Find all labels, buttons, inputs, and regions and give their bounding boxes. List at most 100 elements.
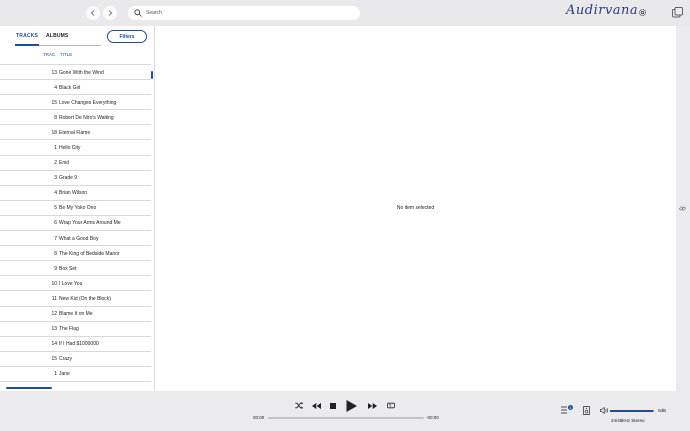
track-number: 15 <box>51 356 57 363</box>
track-title: Jane <box>59 371 70 378</box>
table-row[interactable]: 18 Eternal Flame <box>0 125 151 141</box>
panel-icon[interactable] <box>672 7 683 18</box>
track-number: 13 <box>51 326 57 333</box>
remaining-time: -00:00 <box>426 415 439 420</box>
detail-panel: No item selected <box>155 26 676 391</box>
search-input[interactable] <box>146 10 346 16</box>
track-title: If I Had $1000000 <box>59 341 99 348</box>
filters-button[interactable]: Filters <box>107 30 147 43</box>
queue-count-badge: 1 <box>568 405 573 410</box>
track-number: 5 <box>54 205 57 212</box>
vertical-scrollbar[interactable] <box>151 71 153 79</box>
track-title: Love Changes Everything <box>59 99 117 106</box>
empty-state-message: No item selected <box>396 205 435 211</box>
track-number: 7 <box>54 235 57 242</box>
table-row[interactable]: 2 Enid <box>0 156 151 171</box>
track-number: 8 <box>54 114 57 121</box>
track-title: Robert De Niro's Waiting <box>59 114 114 121</box>
table-row[interactable]: 4 Brian Wilson <box>0 186 151 201</box>
link-icon[interactable] <box>679 205 686 212</box>
track-title: New Kid (On the Block) <box>59 295 111 302</box>
track-title: Be My Yoko Ono <box>59 205 97 212</box>
table-row[interactable]: 12 Blame It on Me <box>0 307 151 322</box>
table-row[interactable]: 15 Love Changes Everything <box>0 95 151 111</box>
progress-slider[interactable] <box>268 417 424 419</box>
volume-db-readout: 0dB <box>658 408 667 413</box>
table-row[interactable]: 6 Wrap Your Arms Around Me <box>0 216 151 232</box>
search-box[interactable] <box>128 6 360 20</box>
play-icon[interactable] <box>346 400 357 412</box>
volume-icon[interactable] <box>600 407 609 414</box>
track-number: 1 <box>54 371 57 378</box>
track-title: I Love You <box>59 280 83 287</box>
top-bar: Audirvana <box>0 0 690 26</box>
search-icon <box>134 9 142 17</box>
track-title: Gone With the Wind <box>59 69 104 76</box>
player-bar: 00:00 -00:00 1 0dB 24/48kHz Stereo <box>0 391 690 431</box>
table-row[interactable]: 14 If I Had $1000000 <box>0 337 151 352</box>
track-list: 13 Gone With the Wind 4 Black Girl 15 Love Ch… <box>0 65 151 382</box>
track-title: Crazy <box>59 356 73 363</box>
horizontal-scrollbar[interactable] <box>6 387 52 389</box>
table-row[interactable]: 10 I Love You <box>0 276 151 292</box>
app-window: Audirvana TRACKS ALBUMS Filters TRAC TIT… <box>0 0 690 431</box>
track-title: The King of Bedside Manor <box>59 250 120 257</box>
tab-tracks[interactable]: TRACKS <box>16 33 38 39</box>
shuffle-icon[interactable] <box>295 402 303 409</box>
back-button[interactable] <box>86 6 100 20</box>
track-title: Eternal Flame <box>59 129 91 136</box>
repeat-icon[interactable] <box>387 402 395 409</box>
track-title: Black Girl <box>59 84 81 91</box>
back-icon <box>90 10 95 16</box>
column-header-track[interactable]: TRAC <box>43 52 55 57</box>
track-title: Enid <box>59 160 70 167</box>
table-row[interactable]: 9 Box Set <box>0 261 151 277</box>
table-row[interactable]: 4 Black Girl <box>0 80 151 96</box>
table-row[interactable]: 1 Jane <box>0 367 151 382</box>
track-number: 12 <box>51 311 57 317</box>
table-row[interactable]: 8 The King of Bedside Manor <box>0 246 151 262</box>
track-number: 4 <box>54 84 57 91</box>
track-number: 13 <box>51 69 57 76</box>
track-title: Blame It on Me <box>59 311 93 317</box>
track-title: Brian Wilson <box>59 190 88 197</box>
track-number: 9 <box>54 265 57 272</box>
stop-icon[interactable] <box>330 403 336 409</box>
track-number: 2 <box>54 160 57 167</box>
track-title: The Flag <box>59 326 79 333</box>
track-number: 8 <box>54 250 57 257</box>
rewind-icon[interactable] <box>312 403 321 409</box>
table-row[interactable]: 13 The Flag <box>0 322 151 337</box>
track-number: 15 <box>51 99 57 106</box>
table-row[interactable]: 15 Crazy <box>0 352 151 367</box>
device-icon[interactable] <box>583 406 590 415</box>
table-row[interactable]: 1 Hello City <box>0 140 151 156</box>
app-logo: Audirvana <box>566 3 639 18</box>
column-header-title[interactable]: TITLE <box>60 52 72 57</box>
volume-fill <box>610 410 654 412</box>
track-number: 1 <box>54 144 57 151</box>
fast-forward-icon[interactable] <box>368 403 377 409</box>
track-number: 11 <box>51 295 57 302</box>
track-number: 18 <box>51 129 57 136</box>
tab-albums[interactable]: ALBUMS <box>46 33 69 39</box>
table-row[interactable]: 13 Gone With the Wind <box>0 65 151 81</box>
tracks-panel: TRACKS ALBUMS Filters TRAC TITLE 13 Gone … <box>0 26 155 391</box>
track-number: 3 <box>54 175 57 182</box>
table-row[interactable]: 3 Grade 9 <box>0 171 151 186</box>
track-title: Box Set <box>59 265 77 272</box>
table-row[interactable]: 7 What a Good Boy <box>0 231 151 247</box>
table-row[interactable]: 8 Robert De Niro's Waiting <box>0 110 151 126</box>
track-title: Grade 9 <box>59 175 78 182</box>
volume-slider[interactable] <box>610 410 654 412</box>
track-number: 6 <box>54 220 57 227</box>
table-row[interactable]: 5 Be My Yoko Ono <box>0 201 151 216</box>
settings-icon[interactable] <box>638 8 647 17</box>
track-number: 4 <box>54 190 57 197</box>
forward-button[interactable] <box>103 6 117 20</box>
track-number: 10 <box>51 280 57 287</box>
forward-icon <box>108 10 113 16</box>
active-tab-indicator <box>15 44 39 46</box>
audio-format: 24/48kHz Stereo <box>611 418 645 423</box>
table-row[interactable]: 11 New Kid (On the Block) <box>0 291 151 307</box>
